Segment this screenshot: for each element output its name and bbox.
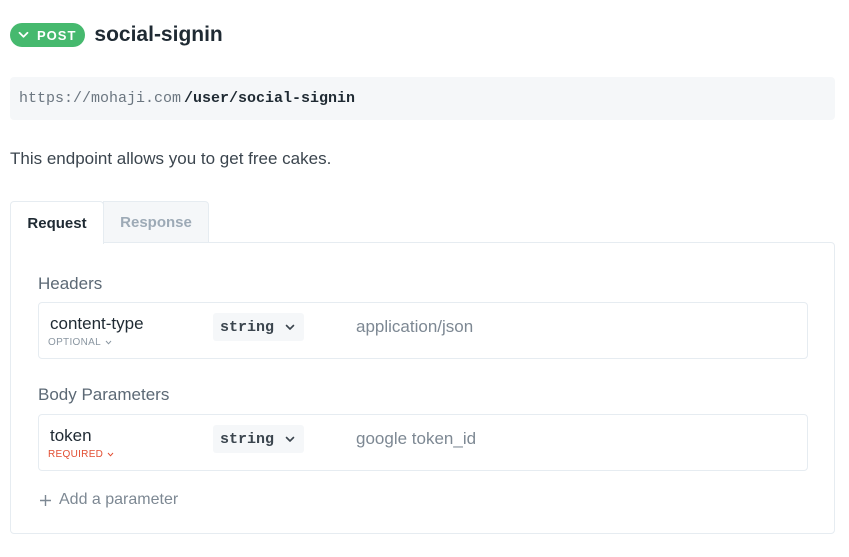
add-parameter-button[interactable]: Add a parameter (39, 491, 178, 509)
param-required-toggle[interactable]: REQUIRED (48, 449, 114, 460)
param-type-value: string (220, 430, 275, 448)
endpoint-header: POST social-signin (10, 20, 223, 50)
method-label: POST (37, 27, 77, 43)
param-type-select[interactable]: string (213, 425, 304, 453)
chevron-down-icon (285, 436, 295, 442)
param-optional-toggle[interactable]: OPTIONAL (48, 337, 112, 348)
param-flag-label: REQUIRED (48, 449, 104, 460)
headers-section-title: Headers (38, 274, 103, 293)
param-flag-label: OPTIONAL (48, 337, 101, 348)
tab-response[interactable]: Response (103, 201, 209, 243)
endpoint-url: https://mohaji.com /user/social-signin (10, 77, 835, 120)
tab-request[interactable]: Request (10, 201, 104, 244)
param-name: content-type (50, 314, 144, 333)
endpoint-title: social-signin (94, 23, 223, 46)
body-section-title: Body Parameters (38, 385, 170, 404)
request-panel: Headers content-type OPTIONAL string app… (10, 242, 835, 534)
param-name: token (50, 426, 92, 445)
url-path: /user/social-signin (184, 90, 356, 107)
param-value-input[interactable]: application/json (356, 317, 473, 337)
plus-icon (40, 494, 51, 506)
add-parameter-label: Add a parameter (59, 491, 179, 508)
chevron-down-icon (105, 340, 112, 345)
param-value-input[interactable]: google token_id (356, 429, 476, 449)
url-base: https://mohaji.com (19, 90, 182, 107)
header-param-content-type: content-type OPTIONAL string application… (38, 302, 808, 359)
endpoint-description: This endpoint allows you to get free cak… (10, 149, 332, 168)
param-type-select[interactable]: string (213, 313, 304, 341)
chevron-down-icon (285, 324, 295, 330)
chevron-down-icon (18, 31, 29, 38)
method-badge[interactable]: POST (10, 23, 86, 47)
param-type-value: string (220, 318, 275, 336)
body-param-token: token REQUIRED string google token_id (38, 414, 808, 471)
chevron-down-icon (107, 452, 114, 457)
